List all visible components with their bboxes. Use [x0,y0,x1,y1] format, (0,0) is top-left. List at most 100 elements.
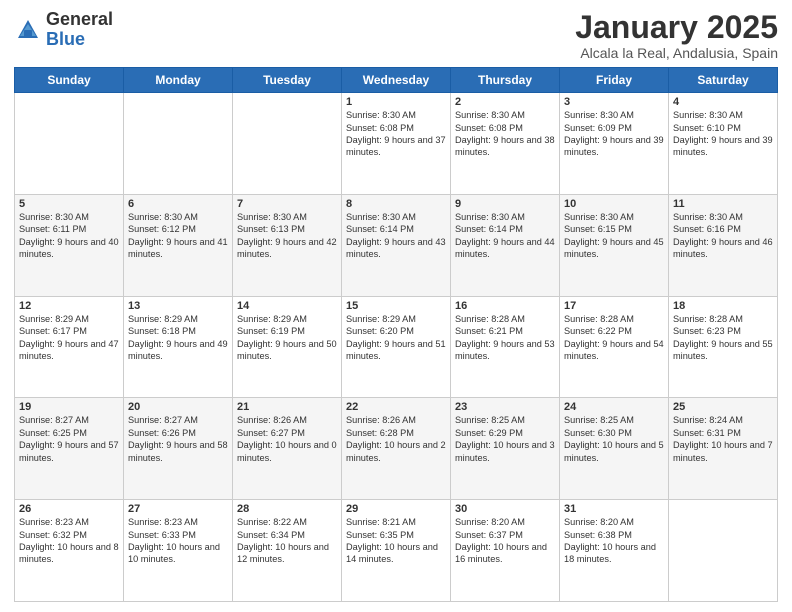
day-number: 14 [237,300,337,312]
day-info: Sunrise: 8:30 AM Sunset: 6:15 PM Dayligh… [564,211,664,261]
day-number: 3 [564,96,664,108]
calendar-cell [15,93,124,195]
day-number: 12 [19,300,119,312]
day-info: Sunrise: 8:30 AM Sunset: 6:09 PM Dayligh… [564,109,664,159]
day-info: Sunrise: 8:27 AM Sunset: 6:26 PM Dayligh… [128,414,228,464]
calendar-week-row: 12Sunrise: 8:29 AM Sunset: 6:17 PM Dayli… [15,296,778,398]
logo-text: General Blue [46,10,113,50]
logo: General Blue [14,10,113,50]
month-title: January 2025 [575,10,778,45]
day-number: 17 [564,300,664,312]
day-info: Sunrise: 8:25 AM Sunset: 6:29 PM Dayligh… [455,414,555,464]
page: General Blue January 2025 Alcala la Real… [0,0,792,612]
day-header-wednesday: Wednesday [342,68,451,93]
calendar-cell: 11Sunrise: 8:30 AM Sunset: 6:16 PM Dayli… [669,194,778,296]
day-number: 13 [128,300,228,312]
calendar-cell [669,500,778,602]
day-info: Sunrise: 8:30 AM Sunset: 6:11 PM Dayligh… [19,211,119,261]
calendar-cell: 31Sunrise: 8:20 AM Sunset: 6:38 PM Dayli… [560,500,669,602]
day-number: 22 [346,401,446,413]
day-number: 28 [237,503,337,515]
day-info: Sunrise: 8:29 AM Sunset: 6:17 PM Dayligh… [19,313,119,363]
location: Alcala la Real, Andalusia, Spain [575,45,778,61]
day-header-thursday: Thursday [451,68,560,93]
calendar-cell: 5Sunrise: 8:30 AM Sunset: 6:11 PM Daylig… [15,194,124,296]
calendar-cell: 27Sunrise: 8:23 AM Sunset: 6:33 PM Dayli… [124,500,233,602]
logo-general-text: General [46,10,113,30]
calendar-cell: 14Sunrise: 8:29 AM Sunset: 6:19 PM Dayli… [233,296,342,398]
day-info: Sunrise: 8:27 AM Sunset: 6:25 PM Dayligh… [19,414,119,464]
calendar-cell: 23Sunrise: 8:25 AM Sunset: 6:29 PM Dayli… [451,398,560,500]
day-info: Sunrise: 8:30 AM Sunset: 6:14 PM Dayligh… [455,211,555,261]
days-header-row: SundayMondayTuesdayWednesdayThursdayFrid… [15,68,778,93]
calendar-cell: 24Sunrise: 8:25 AM Sunset: 6:30 PM Dayli… [560,398,669,500]
day-number: 25 [673,401,773,413]
day-info: Sunrise: 8:30 AM Sunset: 6:08 PM Dayligh… [346,109,446,159]
day-info: Sunrise: 8:30 AM Sunset: 6:14 PM Dayligh… [346,211,446,261]
day-info: Sunrise: 8:26 AM Sunset: 6:28 PM Dayligh… [346,414,446,464]
title-block: January 2025 Alcala la Real, Andalusia, … [575,10,778,61]
calendar-cell: 4Sunrise: 8:30 AM Sunset: 6:10 PM Daylig… [669,93,778,195]
calendar-cell: 29Sunrise: 8:21 AM Sunset: 6:35 PM Dayli… [342,500,451,602]
day-number: 24 [564,401,664,413]
day-info: Sunrise: 8:23 AM Sunset: 6:33 PM Dayligh… [128,516,228,566]
day-number: 23 [455,401,555,413]
generalblue-icon [14,16,42,44]
day-info: Sunrise: 8:29 AM Sunset: 6:19 PM Dayligh… [237,313,337,363]
day-number: 21 [237,401,337,413]
day-info: Sunrise: 8:22 AM Sunset: 6:34 PM Dayligh… [237,516,337,566]
calendar-week-row: 1Sunrise: 8:30 AM Sunset: 6:08 PM Daylig… [15,93,778,195]
calendar-cell: 21Sunrise: 8:26 AM Sunset: 6:27 PM Dayli… [233,398,342,500]
day-number: 7 [237,198,337,210]
calendar-cell: 19Sunrise: 8:27 AM Sunset: 6:25 PM Dayli… [15,398,124,500]
logo-blue-text: Blue [46,30,113,50]
calendar-table: SundayMondayTuesdayWednesdayThursdayFrid… [14,67,778,602]
calendar-cell: 28Sunrise: 8:22 AM Sunset: 6:34 PM Dayli… [233,500,342,602]
calendar-cell: 7Sunrise: 8:30 AM Sunset: 6:13 PM Daylig… [233,194,342,296]
day-info: Sunrise: 8:25 AM Sunset: 6:30 PM Dayligh… [564,414,664,464]
calendar-week-row: 5Sunrise: 8:30 AM Sunset: 6:11 PM Daylig… [15,194,778,296]
day-number: 20 [128,401,228,413]
day-info: Sunrise: 8:29 AM Sunset: 6:18 PM Dayligh… [128,313,228,363]
calendar-cell: 20Sunrise: 8:27 AM Sunset: 6:26 PM Dayli… [124,398,233,500]
day-number: 2 [455,96,555,108]
day-info: Sunrise: 8:30 AM Sunset: 6:16 PM Dayligh… [673,211,773,261]
day-info: Sunrise: 8:20 AM Sunset: 6:37 PM Dayligh… [455,516,555,566]
day-number: 11 [673,198,773,210]
day-number: 27 [128,503,228,515]
day-header-monday: Monday [124,68,233,93]
calendar-cell: 17Sunrise: 8:28 AM Sunset: 6:22 PM Dayli… [560,296,669,398]
day-info: Sunrise: 8:20 AM Sunset: 6:38 PM Dayligh… [564,516,664,566]
day-number: 30 [455,503,555,515]
day-number: 15 [346,300,446,312]
day-info: Sunrise: 8:30 AM Sunset: 6:13 PM Dayligh… [237,211,337,261]
calendar-cell [233,93,342,195]
calendar-cell: 10Sunrise: 8:30 AM Sunset: 6:15 PM Dayli… [560,194,669,296]
day-info: Sunrise: 8:28 AM Sunset: 6:23 PM Dayligh… [673,313,773,363]
day-number: 29 [346,503,446,515]
day-info: Sunrise: 8:28 AM Sunset: 6:21 PM Dayligh… [455,313,555,363]
day-number: 9 [455,198,555,210]
day-number: 19 [19,401,119,413]
calendar-cell: 1Sunrise: 8:30 AM Sunset: 6:08 PM Daylig… [342,93,451,195]
day-info: Sunrise: 8:26 AM Sunset: 6:27 PM Dayligh… [237,414,337,464]
day-info: Sunrise: 8:24 AM Sunset: 6:31 PM Dayligh… [673,414,773,464]
day-number: 8 [346,198,446,210]
day-header-saturday: Saturday [669,68,778,93]
day-info: Sunrise: 8:30 AM Sunset: 6:12 PM Dayligh… [128,211,228,261]
calendar-cell: 30Sunrise: 8:20 AM Sunset: 6:37 PM Dayli… [451,500,560,602]
calendar-cell: 16Sunrise: 8:28 AM Sunset: 6:21 PM Dayli… [451,296,560,398]
calendar-cell: 15Sunrise: 8:29 AM Sunset: 6:20 PM Dayli… [342,296,451,398]
calendar-cell: 26Sunrise: 8:23 AM Sunset: 6:32 PM Dayli… [15,500,124,602]
day-number: 31 [564,503,664,515]
day-header-friday: Friday [560,68,669,93]
calendar-cell: 13Sunrise: 8:29 AM Sunset: 6:18 PM Dayli… [124,296,233,398]
calendar-cell: 9Sunrise: 8:30 AM Sunset: 6:14 PM Daylig… [451,194,560,296]
day-number: 4 [673,96,773,108]
day-number: 26 [19,503,119,515]
day-info: Sunrise: 8:29 AM Sunset: 6:20 PM Dayligh… [346,313,446,363]
calendar-cell: 3Sunrise: 8:30 AM Sunset: 6:09 PM Daylig… [560,93,669,195]
calendar-cell: 25Sunrise: 8:24 AM Sunset: 6:31 PM Dayli… [669,398,778,500]
calendar-week-row: 26Sunrise: 8:23 AM Sunset: 6:32 PM Dayli… [15,500,778,602]
day-info: Sunrise: 8:21 AM Sunset: 6:35 PM Dayligh… [346,516,446,566]
